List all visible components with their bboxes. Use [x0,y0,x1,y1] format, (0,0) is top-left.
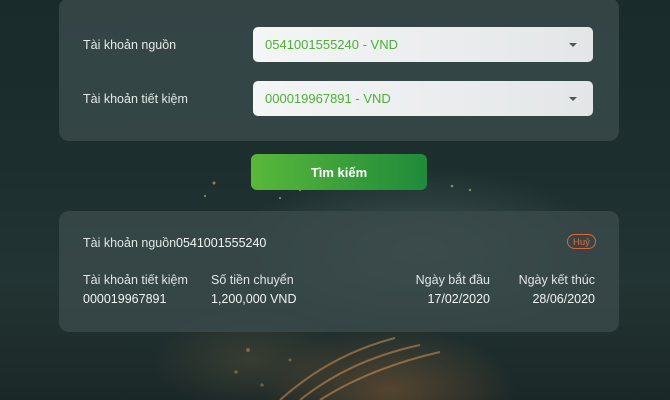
transfer-amount-column-value: 1,200,000 VND [211,292,297,306]
savings-account-column-label: Tài khoản tiết kiệm [83,273,188,287]
source-account-label: Tài khoản nguồn [83,38,177,52]
savings-account-label: Tài khoản tiết kiệm [83,92,188,106]
chevron-down-icon [569,42,577,47]
savings-account-select[interactable]: 000019967891 - VND [253,81,593,116]
end-date-column-label: Ngày kết thúc [518,273,595,287]
source-account-select-value: 0541001555240 - VND [265,37,398,52]
search-button[interactable]: Tìm kiếm [251,154,427,190]
savings-account-column-value: 000019967891 [83,292,167,306]
source-account-select[interactable]: 0541001555240 - VND [253,27,593,62]
cancel-button[interactable]: Huỷ [567,234,596,249]
search-form-card: Tài khoản nguồn 0541001555240 - VND Tài … [59,0,619,141]
chevron-down-icon [569,96,577,101]
transfer-amount-column-label: Số tiền chuyển [211,273,294,287]
result-source-account-value: 0541001555240 [176,236,267,250]
start-date-column-value: 17/02/2020 [427,292,490,306]
result-source-account-label: Tài khoản nguồn [83,236,177,250]
end-date-column-value: 28/06/2020 [532,292,595,306]
result-card: Tài khoản nguồn 0541001555240 Huỷ Tài kh… [59,211,619,332]
savings-account-select-value: 000019967891 - VND [265,91,391,106]
start-date-column-label: Ngày bắt đầu [415,273,490,287]
